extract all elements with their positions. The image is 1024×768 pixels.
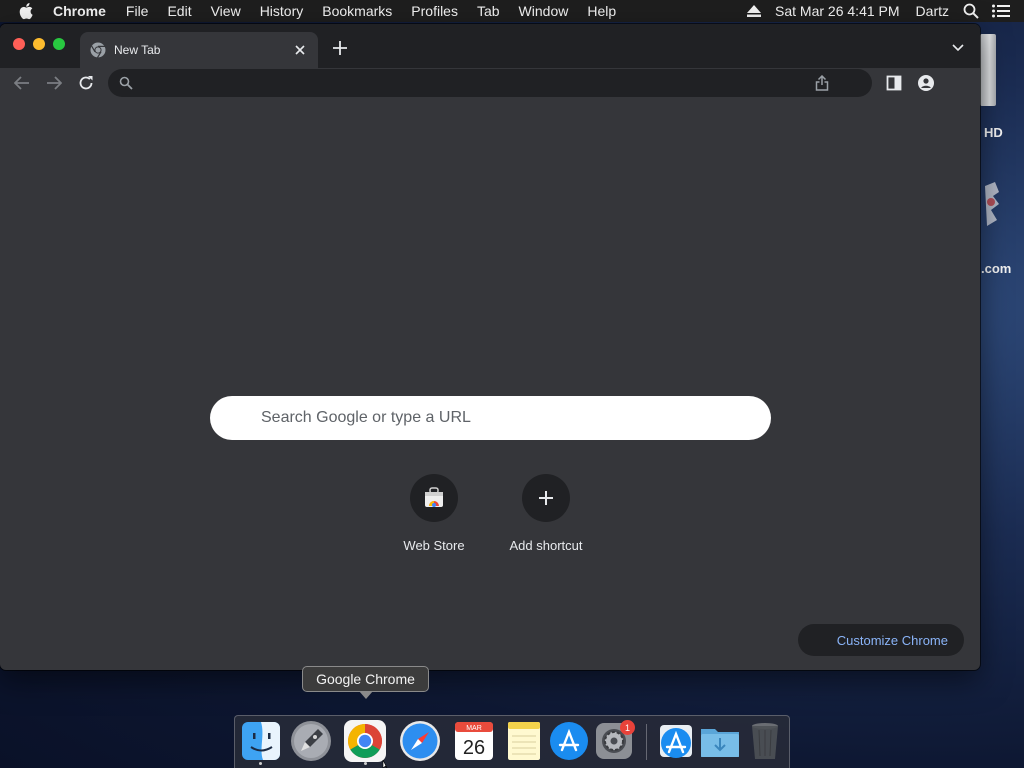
system-preferences-icon[interactable]: 1 (593, 720, 635, 762)
downloads-folder-icon[interactable] (699, 720, 741, 762)
shortcut-tile (410, 474, 458, 522)
menu-profiles[interactable]: Profiles (411, 3, 458, 19)
apple-icon[interactable] (19, 2, 37, 20)
notification-center-icon[interactable] (992, 4, 1010, 18)
desktop-label-com[interactable]: .com (981, 261, 1011, 276)
finder-running-indicator (259, 762, 262, 765)
menu-history[interactable]: History (260, 3, 304, 19)
tab-new-tab[interactable]: New Tab (80, 32, 318, 68)
notification-badge: 1 (620, 720, 635, 735)
menu-bar-status: Sat Mar 26 4:41 PM Dartz (747, 0, 1024, 22)
menu-file[interactable]: File (126, 3, 149, 19)
dock: MAR 26 1 (234, 715, 790, 768)
menu-window[interactable]: Window (519, 3, 569, 19)
shortcut-label: Web Store (403, 538, 465, 553)
eject-icon[interactable] (747, 5, 762, 17)
dock-separator (646, 724, 647, 760)
menu-tab[interactable]: Tab (477, 3, 500, 19)
plus-icon (539, 491, 553, 505)
dock-tooltip-arrow (359, 691, 373, 699)
chrome-running-indicator (364, 762, 367, 765)
omnibox-search-icon (119, 76, 133, 90)
address-bar[interactable] (108, 69, 872, 97)
window-close-button[interactable] (13, 38, 25, 50)
tab-strip: New Tab (0, 24, 980, 68)
clock[interactable]: Sat Mar 26 4:41 PM (775, 3, 900, 19)
ntp-search-box[interactable] (210, 396, 771, 440)
shortcut-add[interactable]: Add shortcut (490, 474, 602, 558)
chrome-icon (90, 42, 106, 58)
shortcut-web-store[interactable]: Web Store (378, 474, 490, 558)
calendar-day: 26 (463, 737, 485, 759)
dock-tooltip: Google Chrome (302, 666, 429, 692)
app-store-folder-icon[interactable] (655, 720, 697, 762)
menu-app-chrome[interactable]: Chrome (53, 3, 106, 19)
calendar-icon[interactable]: MAR 26 (453, 720, 495, 762)
launchpad-icon[interactable] (290, 720, 332, 762)
finder-icon[interactable] (240, 720, 282, 762)
new-tab-plus-icon[interactable] (331, 39, 349, 57)
back-arrow-icon[interactable] (13, 74, 31, 92)
desktop-label-hd[interactable]: HD (984, 125, 1003, 140)
app-store-icon[interactable] (548, 720, 590, 762)
profile-avatar-icon[interactable] (917, 74, 935, 92)
safari-icon[interactable] (399, 720, 441, 762)
hard-drive-icon[interactable] (980, 34, 996, 106)
tab-close-icon[interactable] (292, 42, 308, 58)
menu-bar: Chrome File Edit View History Bookmarks … (0, 0, 1024, 22)
tab-search-chevron-down-icon[interactable] (949, 40, 967, 56)
window-minimize-button[interactable] (33, 38, 45, 50)
mouse-cursor-icon (382, 760, 388, 768)
trash-icon[interactable] (744, 720, 786, 762)
forward-arrow-icon[interactable] (45, 74, 63, 92)
window-zoom-button[interactable] (53, 38, 65, 50)
reload-icon[interactable] (77, 74, 95, 92)
share-icon[interactable] (814, 75, 830, 91)
shortcut-tile (522, 474, 570, 522)
menu-bookmarks[interactable]: Bookmarks (322, 3, 392, 19)
notes-icon[interactable] (503, 720, 545, 762)
chrome-window: New Tab Search Google or type a URL Web … (0, 24, 980, 670)
side-panel-icon[interactable] (885, 74, 903, 92)
ntp-search-input[interactable] (210, 396, 771, 440)
user-name[interactable]: Dartz (916, 3, 949, 19)
spotlight-search-icon[interactable] (963, 3, 979, 19)
calendar-month: MAR (466, 725, 482, 732)
customize-chrome-button[interactable]: Customize Chrome (798, 624, 964, 656)
chrome-icon[interactable] (344, 720, 386, 762)
omnibox-input[interactable] (133, 69, 814, 97)
menu-view[interactable]: View (211, 3, 241, 19)
browser-toolbar (0, 68, 980, 98)
web-store-icon (423, 487, 445, 509)
menu-help[interactable]: Help (587, 3, 616, 19)
desktop-file-icon[interactable] (981, 180, 1001, 232)
tab-title: New Tab (114, 43, 161, 57)
menu-edit[interactable]: Edit (167, 3, 191, 19)
shortcut-label: Add shortcut (509, 538, 583, 553)
